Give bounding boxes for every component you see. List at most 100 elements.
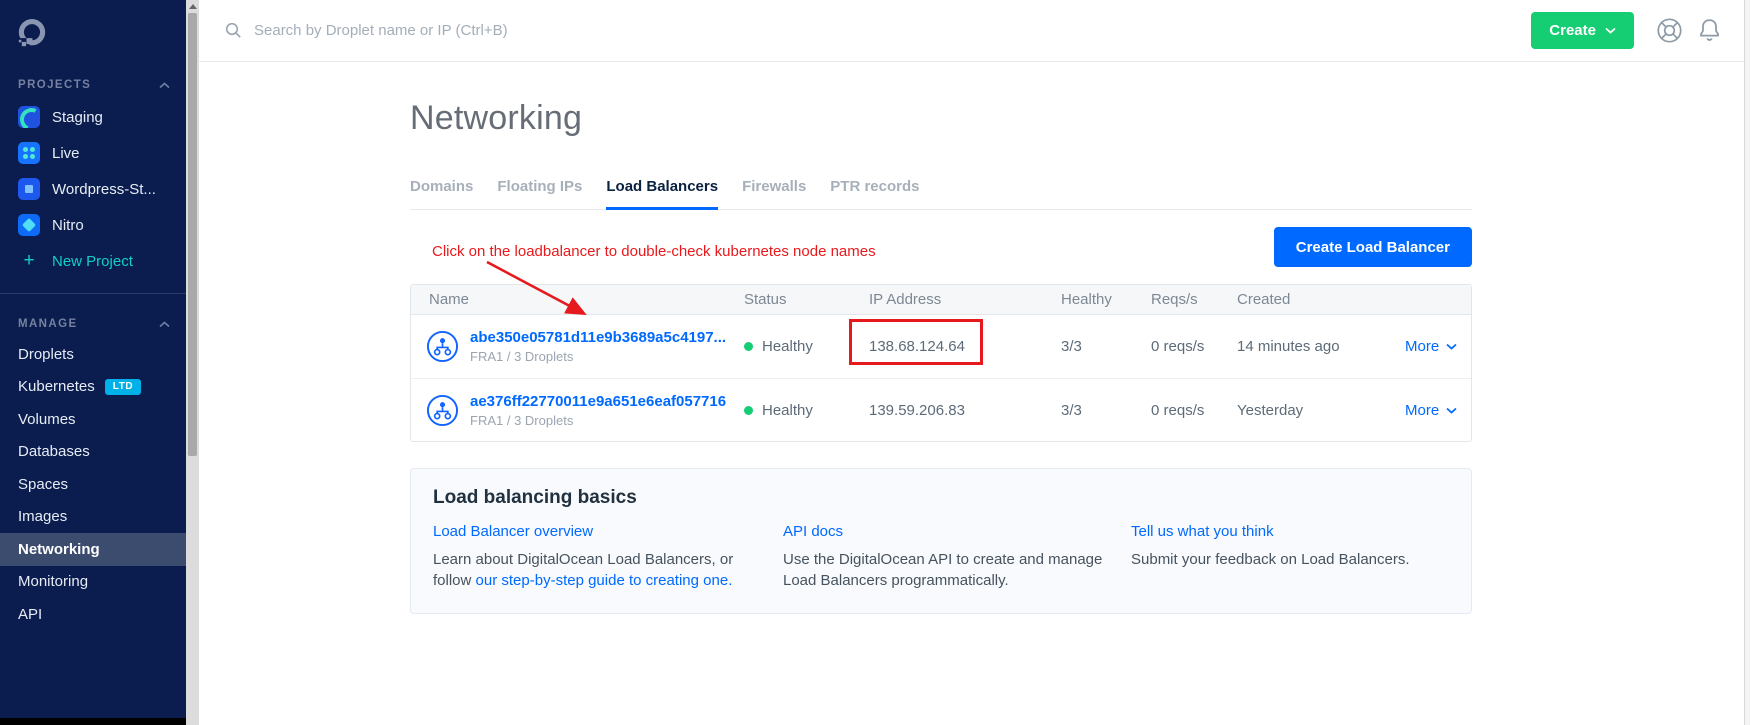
table-row[interactable]: ae376ff22770011e9a651e6eaf057716 FRA1 / … [411, 378, 1471, 441]
healthy-count: 3/3 [1061, 402, 1151, 419]
tab-firewalls[interactable]: Firewalls [742, 178, 806, 209]
basics-text: Use the DigitalOcean API to create and m… [783, 549, 1103, 591]
create-button-label: Create [1549, 22, 1596, 39]
help-button[interactable] [1656, 17, 1683, 44]
load-balancer-overview-link[interactable]: Load Balancer overview [433, 523, 593, 540]
help-icon [1656, 17, 1683, 44]
basics-col-feedback: Tell us what you think Submit your feedb… [1131, 523, 1449, 591]
annotation-note: Click on the loadbalancer to double-chec… [432, 243, 876, 260]
basics-col-api: API docs Use the DigitalOcean API to cre… [783, 523, 1131, 591]
tab-domains[interactable]: Domains [410, 178, 473, 209]
chevron-down-icon [1446, 343, 1457, 350]
more-menu-button[interactable]: More [1405, 402, 1471, 419]
column-header-status: Status [744, 291, 869, 308]
status-label: Healthy [762, 338, 813, 355]
scroll-up-arrow-icon[interactable] [189, 4, 197, 9]
more-label: More [1405, 338, 1439, 355]
lb-name-link[interactable]: abe350e05781d11e9b3689a5c4197... [470, 329, 726, 346]
tab-load-balancers[interactable]: Load Balancers [606, 178, 718, 209]
project-nitro-icon [18, 214, 40, 236]
api-docs-link[interactable]: API docs [783, 523, 843, 540]
project-wordpress-icon [18, 178, 40, 200]
tab-ptr-records[interactable]: PTR records [830, 178, 919, 209]
projects-header-label: PROJECTS [18, 79, 91, 91]
sidebar-item-networking[interactable]: Networking [0, 533, 186, 566]
reqs-per-sec: 0 reqs/s [1151, 402, 1237, 419]
sidebar-item-nitro[interactable]: Nitro [0, 207, 186, 243]
sidebar-divider [0, 293, 186, 294]
tab-label: Floating IPs [497, 178, 582, 195]
load-balancer-icon [426, 330, 459, 363]
ip-address: 139.59.206.83 [869, 402, 1061, 419]
load-balancing-basics-card: Load balancing basics Load Balancer over… [410, 468, 1472, 614]
manage-label: Images [18, 508, 67, 525]
sidebar-item-spaces[interactable]: Spaces [0, 468, 186, 501]
actions-row: Click on the loadbalancer to double-chec… [410, 227, 1472, 284]
manage-label: API [18, 606, 42, 623]
project-label: Staging [52, 109, 103, 126]
chevron-down-icon [1446, 407, 1457, 414]
ltd-badge: LTD [105, 379, 142, 395]
project-label: Live [52, 145, 80, 162]
manage-header-label: MANAGE [18, 318, 78, 330]
sidebar-item-staging[interactable]: Staging [0, 99, 186, 135]
manage-section-header[interactable]: MANAGE [0, 318, 186, 330]
sidebar-item-monitoring[interactable]: Monitoring [0, 566, 186, 599]
manage-label: Databases [18, 443, 90, 460]
chevron-up-icon [159, 82, 170, 89]
sidebar-item-droplets[interactable]: Droplets [0, 338, 186, 371]
sidebar-item-databases[interactable]: Databases [0, 436, 186, 469]
status-label: Healthy [762, 402, 813, 419]
tab-label: Domains [410, 178, 473, 195]
notifications-button[interactable] [1697, 17, 1722, 44]
created-time: Yesterday [1237, 402, 1405, 419]
digitalocean-logo[interactable] [0, 0, 186, 55]
column-header-name: Name [411, 291, 744, 308]
manage-label: Networking [18, 541, 100, 558]
column-header-created: Created [1237, 291, 1405, 308]
project-label: Nitro [52, 217, 84, 234]
page-title: Networking [410, 98, 1472, 138]
basics-text: Submit your feedback on Load Balancers. [1131, 549, 1421, 570]
tab-label: Firewalls [742, 178, 806, 195]
basics-title: Load balancing basics [433, 487, 1449, 509]
manage-label: Volumes [18, 411, 76, 428]
sidebar: PROJECTS Staging Live Wordpress-St... Ni… [0, 0, 186, 725]
column-header-healthy: Healthy [1061, 291, 1151, 308]
digitalocean-app: PROJECTS Staging Live Wordpress-St... Ni… [0, 0, 1750, 725]
column-header-reqs: Reqs/s [1151, 291, 1237, 308]
reqs-per-sec: 0 reqs/s [1151, 338, 1237, 355]
table-row[interactable]: abe350e05781d11e9b3689a5c4197... FRA1 / … [411, 315, 1471, 378]
sidebar-item-wordpress[interactable]: Wordpress-St... [0, 171, 186, 207]
sidebar-scrollbar[interactable] [186, 0, 199, 725]
tab-bar: Domains Floating IPs Load Balancers Fire… [410, 178, 1472, 210]
chevron-down-icon [1605, 27, 1616, 34]
more-menu-button[interactable]: More [1405, 338, 1471, 355]
create-load-balancer-button[interactable]: Create Load Balancer [1274, 227, 1472, 267]
sidebar-item-api[interactable]: API [0, 598, 186, 631]
tab-floating-ips[interactable]: Floating IPs [497, 178, 582, 209]
manage-label: Droplets [18, 346, 74, 363]
sidebar-item-live[interactable]: Live [0, 135, 186, 171]
step-by-step-guide-link[interactable]: our step-by-step guide to creating one. [476, 572, 733, 589]
new-project-button[interactable]: + New Project [0, 243, 186, 279]
load-balancer-table: Name Status IP Address Healthy Reqs/s Cr… [410, 284, 1472, 442]
scrollbar-thumb[interactable] [188, 13, 197, 456]
window-scrollbar[interactable] [1744, 0, 1750, 725]
created-time: 14 minutes ago [1237, 338, 1405, 355]
projects-section-header[interactable]: PROJECTS [0, 79, 186, 91]
sidebar-item-kubernetes[interactable]: Kubernetes LTD [0, 371, 186, 404]
feedback-link[interactable]: Tell us what you think [1131, 523, 1274, 540]
new-project-label: New Project [52, 253, 133, 270]
ip-address: 138.68.124.64 [869, 338, 1061, 355]
lb-name-link[interactable]: ae376ff22770011e9a651e6eaf057716 [470, 393, 726, 410]
status-dot-icon [744, 342, 753, 351]
sidebar-item-images[interactable]: Images [0, 501, 186, 534]
main-area: Create [199, 0, 1744, 725]
search-input[interactable] [254, 22, 674, 39]
sidebar-item-volumes[interactable]: Volumes [0, 403, 186, 436]
create-button[interactable]: Create [1531, 12, 1634, 49]
status-dot-icon [744, 406, 753, 415]
search-bar[interactable] [225, 22, 1531, 39]
project-live-icon [18, 142, 40, 164]
